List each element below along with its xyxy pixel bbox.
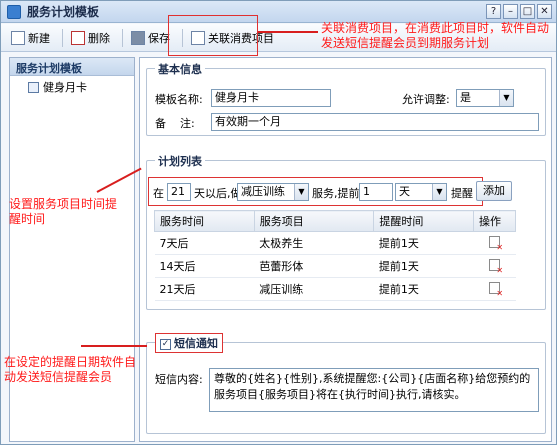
plan-list-title: 计划列表 [155, 153, 205, 169]
top-arrow [258, 31, 318, 33]
window-title: 服务计划模板 [27, 5, 100, 19]
delete-button[interactable]: 删除 [67, 27, 114, 49]
days-input[interactable]: 21 [167, 183, 191, 201]
plan-row-highlight: 在 21 天以后,做 减压训练 ▼ 服务,提前 1 天 ▼ 提醒 [148, 177, 483, 206]
delete-icon [71, 30, 85, 45]
delete-row-icon[interactable] [489, 235, 503, 252]
table-row[interactable]: 21天后 减压训练 提前1天 [154, 277, 516, 301]
add-plan-button[interactable]: 添加 [476, 181, 512, 201]
sidebar-item-label: 健身月卡 [43, 81, 87, 94]
sidebar-item-template[interactable]: 健身月卡 [10, 76, 134, 95]
basic-info-group: 基本信息 模板名称: 健身月卡 允许调整: 是 ▼ 备 注: 有效期一个月 [146, 61, 546, 136]
basic-info-title: 基本信息 [155, 61, 205, 77]
middle-annotation: 设置服务项目时间提醒时间 [9, 197, 118, 226]
remind-time-cell: 提前1天 [373, 277, 474, 301]
remind-input[interactable]: 1 [359, 183, 393, 201]
chevron-down-icon: ▼ [294, 184, 308, 200]
after-label: 天以后,做 [194, 187, 242, 200]
table-row[interactable]: 14天后 芭蕾形体 提前1天 [154, 254, 516, 278]
window: 服务计划模板 ? – □ ✕ 新建 删除 保存 关联消费项目 服务计划模板 健身… [0, 0, 557, 445]
chevron-down-icon: ▼ [432, 184, 446, 200]
app-icon [7, 4, 21, 19]
template-icon [28, 81, 39, 93]
action-cell [473, 277, 516, 301]
bottom-arrow [81, 345, 147, 347]
sms-content-input[interactable]: 尊敬的{姓名}{性别},系统提醒您:{公司}{店面名称}给您预约的服务项目{服务… [209, 368, 539, 412]
close-button[interactable]: ✕ [537, 4, 552, 19]
main-panel: 基本信息 模板名称: 健身月卡 允许调整: 是 ▼ 备 注: 有效期一个月 计划… [139, 57, 552, 442]
action-cell [473, 254, 516, 278]
delete-label: 删除 [88, 31, 110, 45]
toolbar-divider [62, 28, 63, 47]
column-header: 提醒时间 [373, 210, 475, 232]
service-item-select[interactable]: 减压训练 ▼ [237, 183, 309, 201]
new-doc-icon [11, 30, 25, 45]
minimize-button[interactable]: – [503, 4, 518, 19]
allow-adjust-select[interactable]: 是 ▼ [456, 89, 514, 107]
remind-time-cell: 提前1天 [373, 231, 474, 255]
help-button[interactable]: ? [486, 4, 501, 19]
new-label: 新建 [28, 31, 50, 45]
table-row[interactable]: 7天后 太极养生 提前1天 [154, 231, 516, 255]
new-button[interactable]: 新建 [7, 27, 54, 49]
template-name-input[interactable]: 健身月卡 [211, 89, 331, 107]
column-header: 服务项目 [253, 210, 375, 232]
service-item-cell: 芭蕾形体 [254, 254, 374, 278]
allow-adjust-label: 允许调整: [402, 93, 450, 106]
note-label: 备 注: [155, 117, 195, 130]
chevron-down-icon: ▼ [499, 90, 513, 106]
plan-table: 服务时间 服务项目 提醒时间 操作 7天后 太极养生 提前1天 14天后 芭蕾形… [154, 210, 516, 301]
save-label: 保存 [148, 31, 170, 45]
note-input[interactable]: 有效期一个月 [211, 113, 539, 131]
save-icon [131, 30, 145, 45]
title-bar: 服务计划模板 ? – □ ✕ [1, 1, 556, 23]
sms-title: 短信通知 [174, 337, 218, 350]
sidebar-header: 服务计划模板 [10, 58, 134, 76]
template-name-label: 模板名称: [155, 93, 203, 106]
unit-select[interactable]: 天 ▼ [395, 183, 447, 201]
bottom-annotation: 在设定的提醒日期软件自动发送短信提醒会员 [4, 355, 137, 384]
service-time-cell: 21天后 [154, 277, 255, 301]
sms-checkbox[interactable]: ✓ [160, 338, 171, 350]
link-highlight-box [168, 15, 258, 56]
toolbar-divider [122, 28, 123, 47]
in-label: 在 [153, 187, 164, 200]
delete-row-icon[interactable] [489, 281, 503, 298]
service-time-cell: 7天后 [154, 231, 255, 255]
column-header: 服务时间 [154, 210, 255, 232]
sms-group: ✓ 短信通知 短信内容: 尊敬的{姓名}{性别},系统提醒您:{公司}{店面名称}… [146, 333, 546, 434]
remind-label: 提醒 [451, 187, 473, 200]
service-item-cell: 减压训练 [254, 277, 374, 301]
table-header-row: 服务时间 服务项目 提醒时间 操作 [154, 210, 516, 232]
service-remind-label: 服务,提前 [312, 187, 360, 200]
remind-time-cell: 提前1天 [373, 254, 474, 278]
sms-title-wrap[interactable]: ✓ 短信通知 [155, 333, 223, 353]
sms-content-label: 短信内容: [155, 373, 203, 386]
unit-value: 天 [399, 185, 410, 198]
delete-row-icon[interactable] [489, 258, 503, 275]
top-annotation: 关联消费项目，在消费此项目时，软件自动发送短信提醒会员到期服务计划 [321, 21, 550, 50]
column-header: 操作 [473, 210, 516, 232]
allow-adjust-value: 是 [460, 91, 471, 104]
action-cell [473, 231, 516, 255]
service-item-value: 减压训练 [241, 185, 285, 198]
maximize-button[interactable]: □ [520, 4, 535, 19]
save-button[interactable]: 保存 [127, 27, 174, 49]
service-time-cell: 14天后 [154, 254, 255, 278]
service-item-cell: 太极养生 [254, 231, 374, 255]
